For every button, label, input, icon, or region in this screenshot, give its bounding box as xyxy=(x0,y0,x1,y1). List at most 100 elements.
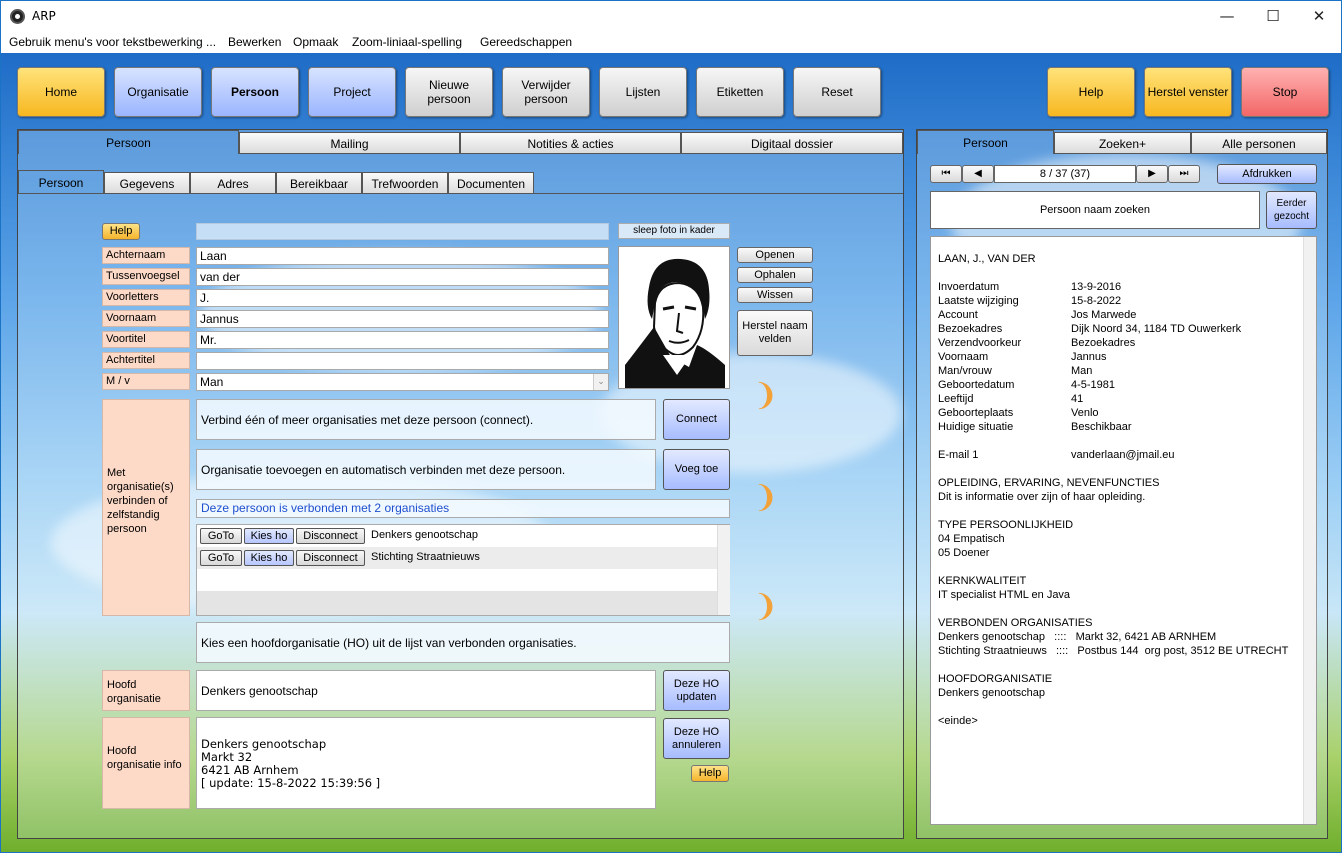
ho-annuleren-button[interactable]: Deze HO annuleren xyxy=(663,718,730,759)
section-title: HOOFDORGANISATIE xyxy=(938,673,1053,685)
org-row-name: Denkers genootschap xyxy=(371,529,479,541)
etiketten-button[interactable]: Etiketten xyxy=(696,67,784,117)
tab-mailing[interactable]: Mailing xyxy=(239,132,460,154)
detail-value: Beschikbaar xyxy=(1071,421,1132,433)
achtertitel-field[interactable] xyxy=(196,352,609,370)
right-tab-persoon[interactable]: Persoon xyxy=(917,130,1054,154)
email-key: E-mail 1 xyxy=(938,449,979,461)
voeg-toe-button[interactable]: Voeg toe xyxy=(663,449,730,490)
section-line: Denkers genootschap xyxy=(938,687,1046,699)
organisatie-button[interactable]: Organisatie xyxy=(114,67,202,117)
subtab-gegevens[interactable]: Gegevens xyxy=(104,172,190,194)
reset-button[interactable]: Reset xyxy=(793,67,881,117)
hoofd-org-value: Denkers genootschap xyxy=(196,670,656,711)
person-photo[interactable] xyxy=(618,246,730,389)
openen-button[interactable]: Openen xyxy=(737,247,813,263)
tab-notities-acties[interactable]: Notities & acties xyxy=(460,132,681,154)
herstel-venster-button[interactable]: Herstel venster xyxy=(1144,67,1232,117)
detail-value: Man xyxy=(1071,365,1093,377)
detail-value: Jannus xyxy=(1071,351,1107,363)
right-tab-alle-personen[interactable]: Alle personen xyxy=(1191,132,1327,154)
minimize-button[interactable]: — xyxy=(1204,1,1250,32)
tussenvoegsel-field[interactable]: van der xyxy=(196,268,609,286)
kies-ho-button[interactable]: Kies ho xyxy=(244,550,294,566)
close-button[interactable]: ✕ xyxy=(1296,1,1341,32)
connect-button[interactable]: Connect xyxy=(663,399,730,440)
section-title: OPLEIDING, ERVARING, NEVENFUNCTIES xyxy=(938,477,1160,489)
record-position: 8 / 37 (37) xyxy=(994,165,1136,183)
first-record-icon[interactable]: ⏮ xyxy=(930,165,962,183)
detail-value: 13-9-2016 xyxy=(1071,281,1122,293)
chevron-down-icon[interactable]: ⌄ xyxy=(593,374,608,390)
linked-count: Deze persoon is verbonden met 2 organisa… xyxy=(196,499,730,518)
achternaam-field[interactable]: Laan xyxy=(196,247,609,265)
verwijder-persoon-button[interactable]: Verwijder persoon xyxy=(502,67,590,117)
tab-persoon[interactable]: Persoon xyxy=(18,130,239,154)
wissen-button[interactable]: Wissen xyxy=(737,287,813,303)
tab-digitaal-dossier[interactable]: Digitaal dossier xyxy=(681,132,903,154)
menu-item-gereedschappen[interactable]: Gereedschappen xyxy=(480,35,572,49)
scrollbar[interactable] xyxy=(1303,237,1316,824)
detail-key: Huidige situatie xyxy=(938,421,1014,433)
voorletters-field[interactable]: J. xyxy=(196,289,609,307)
menu-item-bewerken[interactable]: Bewerken xyxy=(228,35,281,49)
lijsten-button[interactable]: Lijsten xyxy=(599,67,687,117)
menu-item-tekstbewerking[interactable]: Gebruik menu's voor tekstbewerking ... xyxy=(9,35,216,49)
right-tab-zoeken[interactable]: Zoeken+ xyxy=(1054,132,1191,154)
photo-hint: sleep foto in kader xyxy=(618,223,730,239)
detail-key: Voornaam xyxy=(938,351,989,363)
subtab-adres[interactable]: Adres xyxy=(190,172,276,194)
add-org-text: Organisatie toevoegen en automatisch ver… xyxy=(196,449,656,490)
project-button[interactable]: Project xyxy=(308,67,396,117)
menu-item-opmaak[interactable]: Opmaak xyxy=(293,35,338,49)
home-button[interactable]: Home xyxy=(17,67,105,117)
goto-button[interactable]: GoTo xyxy=(200,550,242,566)
label-achternaam: Achternaam xyxy=(102,247,190,264)
subtab-persoon[interactable]: Persoon xyxy=(18,170,104,194)
section-title: KERNKWALITEIT xyxy=(938,575,1027,587)
voornaam-field[interactable]: Jannus xyxy=(196,310,609,328)
next-record-icon[interactable]: ▶ xyxy=(1136,165,1168,183)
section-line: IT specialist HTML en Java xyxy=(938,589,1071,601)
goto-button[interactable]: GoTo xyxy=(200,528,242,544)
detail-key: Invoerdatum xyxy=(938,281,1000,293)
section-line: 04 Empatisch xyxy=(938,533,1005,545)
scrollbar[interactable] xyxy=(717,525,730,615)
prev-record-icon[interactable]: ◀ xyxy=(962,165,994,183)
nieuwe-persoon-button[interactable]: Nieuwe persoon xyxy=(405,67,493,117)
label-voortitel: Voortitel xyxy=(102,331,190,348)
disconnect-button[interactable]: Disconnect xyxy=(296,528,365,544)
gender-select[interactable]: Man xyxy=(196,373,609,391)
help-button[interactable]: Help xyxy=(1047,67,1135,117)
maximize-button[interactable]: ☐ xyxy=(1250,1,1296,32)
disconnect-button[interactable]: Disconnect xyxy=(296,550,365,566)
curved-arrow-icon: ❩ xyxy=(753,589,779,624)
org-side-label: Met organisatie(s) verbinden of zelfstan… xyxy=(102,399,190,616)
subtab-trefwoorden[interactable]: Trefwoorden xyxy=(362,172,448,194)
person-heading: LAAN, J., VAN DER xyxy=(938,253,1036,265)
last-record-icon[interactable]: ⏭ xyxy=(1168,165,1200,183)
ho-updaten-button[interactable]: Deze HO updaten xyxy=(663,670,730,711)
stop-button[interactable]: Stop xyxy=(1241,67,1329,117)
eerder-gezocht-button[interactable]: Eerder gezocht xyxy=(1266,191,1317,229)
person-search-input[interactable]: Persoon naam zoeken xyxy=(930,191,1260,229)
section-line: 05 Doener xyxy=(938,547,990,559)
subtab-documenten[interactable]: Documenten xyxy=(448,172,534,194)
label-voornaam: Voornaam xyxy=(102,310,190,327)
label-tussenvoegsel: Tussenvoegsel xyxy=(102,268,190,285)
menu-item-zoom[interactable]: Zoom-liniaal-spelling xyxy=(352,35,462,49)
app-window: ARP — ☐ ✕ Gebruik menu's voor tekstbewer… xyxy=(0,0,1342,853)
form-help-button[interactable]: Help xyxy=(102,223,140,240)
afdrukken-button[interactable]: Afdrukken xyxy=(1217,164,1317,184)
voortitel-field[interactable]: Mr. xyxy=(196,331,609,349)
ophalen-button[interactable]: Ophalen xyxy=(737,267,813,283)
detail-key: Geboorteplaats xyxy=(938,407,1014,419)
subtab-bereikbaar[interactable]: Bereikbaar xyxy=(276,172,362,194)
herstel-naam-velden-button[interactable]: Herstel naam velden xyxy=(737,310,813,356)
kies-ho-button[interactable]: Kies ho xyxy=(244,528,294,544)
org-help-button[interactable]: Help xyxy=(691,765,729,782)
label-mv: M / v xyxy=(102,373,190,390)
persoon-button[interactable]: Persoon xyxy=(211,67,299,117)
connect-text: Verbind één of meer organisaties met dez… xyxy=(196,399,656,440)
detail-value: 4-5-1981 xyxy=(1071,379,1116,391)
